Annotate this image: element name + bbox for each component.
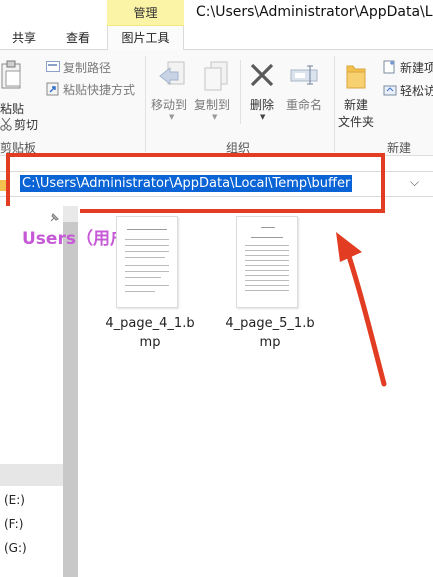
easy-access-button[interactable]: 轻松访 bbox=[383, 81, 433, 99]
new-folder-label-line2: 文件夹 bbox=[338, 115, 375, 129]
copy-to-icon bbox=[201, 60, 229, 92]
nav-drive-g[interactable]: (G:) bbox=[4, 541, 27, 555]
move-to-icon bbox=[158, 60, 186, 92]
chevron-down-icon[interactable]: ⌵ bbox=[410, 175, 419, 190]
folder-icon bbox=[345, 62, 367, 90]
pin-icon[interactable] bbox=[48, 212, 60, 224]
clipboard-icon bbox=[0, 60, 24, 90]
file-thumbnail bbox=[236, 216, 298, 308]
easy-access-label: 轻松访 bbox=[400, 84, 433, 98]
move-to-button[interactable]: 移动到 ▼ bbox=[150, 58, 192, 122]
paste-shortcut-icon bbox=[46, 82, 60, 96]
file-name: 4_page_4_1.b mp bbox=[100, 314, 200, 352]
file-name-line2: mp bbox=[139, 335, 161, 350]
cut-label: 剪切 bbox=[14, 118, 39, 132]
file-name-line1: 4_page_4_1.b bbox=[105, 316, 195, 331]
ribbon-divider bbox=[334, 56, 335, 152]
annotation-highlight-box bbox=[6, 153, 385, 213]
tab-share[interactable]: 共享 bbox=[12, 26, 36, 50]
new-item-icon bbox=[383, 60, 397, 74]
copy-to-button[interactable]: 复制到 ▼ bbox=[193, 58, 235, 122]
annotation-arrow-shaft bbox=[344, 247, 387, 387]
delete-x-icon bbox=[249, 62, 275, 88]
cut-button[interactable]: 剪切 bbox=[0, 116, 42, 134]
delete-label: 删除 bbox=[250, 98, 275, 112]
nav-selected-item[interactable] bbox=[0, 464, 63, 486]
ribbon-divider bbox=[240, 60, 241, 124]
scissors-icon bbox=[0, 117, 12, 131]
copy-path-label: 复制路径 bbox=[63, 61, 112, 75]
easy-access-icon bbox=[383, 83, 397, 97]
nav-drive-f[interactable]: (F:) bbox=[4, 517, 23, 531]
title-bar: 管理 C:\Users\Administrator\AppData\Lo bbox=[0, 0, 433, 26]
paste-shortcut-button[interactable]: 粘贴快捷方式 bbox=[44, 80, 144, 98]
nav-scrollbar-thumb[interactable] bbox=[63, 222, 78, 577]
move-to-label: 移动到 bbox=[151, 98, 188, 112]
tab-view[interactable]: 查看 bbox=[66, 26, 90, 50]
window-title: C:\Users\Administrator\AppData\Lo bbox=[196, 4, 433, 20]
paste-label: 粘贴 bbox=[0, 102, 25, 116]
chevron-down-icon: ▼ bbox=[260, 113, 266, 121]
file-name-line1: 4_page_5_1.b bbox=[225, 316, 315, 331]
file-item[interactable]: 4_page_4_1.b mp bbox=[100, 214, 200, 354]
paste-button[interactable]: 粘贴 bbox=[0, 56, 28, 116]
rename-icon bbox=[290, 64, 320, 86]
new-folder-button[interactable]: 新建 文件夹 bbox=[337, 58, 377, 132]
new-group-label: 新建 bbox=[387, 141, 412, 155]
rename-button[interactable]: 重命名 bbox=[284, 58, 326, 122]
new-item-label: 新建项 bbox=[400, 61, 433, 75]
file-name-line2: mp bbox=[259, 335, 281, 350]
new-folder-label-line1: 新建 bbox=[344, 98, 369, 112]
chevron-down-icon: ▼ bbox=[212, 113, 218, 121]
tab-manage[interactable]: 管理 bbox=[107, 0, 184, 26]
nav-drive-e[interactable]: (E:) bbox=[4, 493, 25, 507]
ribbon: 粘贴 复制路径 粘贴快捷方式 剪切 剪贴板 移动到 ▼ 复制到 ▼ 删除 ▼ 重… bbox=[0, 50, 433, 156]
tab-picture-tools[interactable]: 图片工具 bbox=[107, 26, 184, 51]
new-item-button[interactable]: 新建项 bbox=[383, 58, 433, 76]
file-name: 4_page_5_1.b mp bbox=[220, 314, 320, 352]
file-item[interactable]: 4_page_5_1.b mp bbox=[220, 214, 320, 354]
delete-button[interactable]: 删除 ▼ bbox=[246, 58, 280, 122]
rename-label: 重命名 bbox=[286, 98, 323, 112]
ribbon-divider bbox=[145, 56, 146, 152]
copy-path-button[interactable]: 复制路径 bbox=[44, 58, 139, 76]
file-thumbnail bbox=[116, 216, 178, 308]
copy-to-label: 复制到 bbox=[194, 98, 231, 112]
chevron-down-icon: ▼ bbox=[169, 113, 175, 121]
copy-path-icon bbox=[46, 60, 60, 73]
ribbon-tab-row: 共享 查看 图片工具 bbox=[0, 26, 433, 51]
annotation-arrow-head bbox=[336, 232, 362, 262]
paste-shortcut-label: 粘贴快捷方式 bbox=[63, 83, 136, 97]
